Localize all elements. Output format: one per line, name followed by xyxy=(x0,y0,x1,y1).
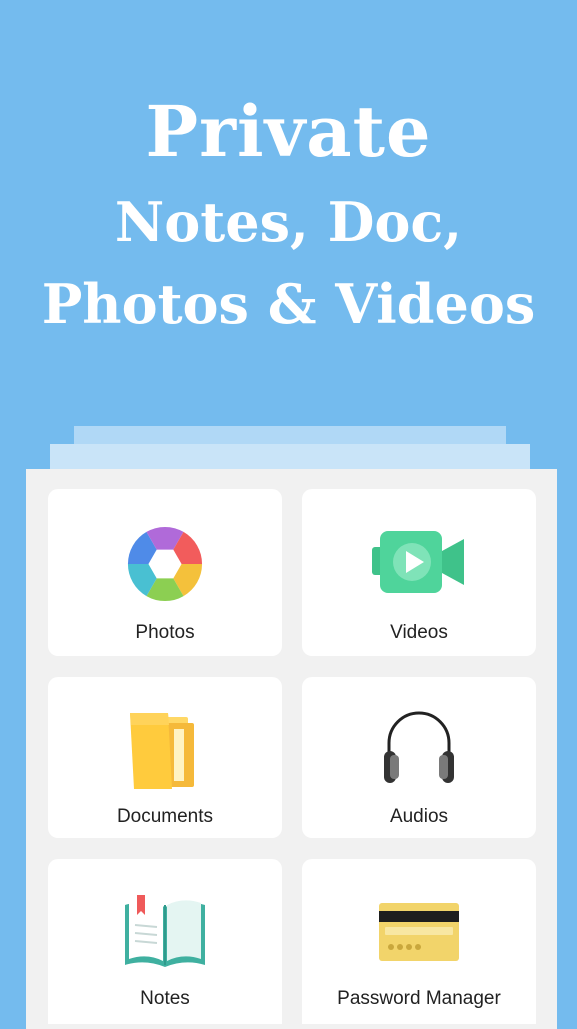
promo-header: Private Notes, Doc, Photos & Videos xyxy=(0,0,577,380)
videos-label: Videos xyxy=(390,622,448,643)
photos-label: Photos xyxy=(135,622,195,643)
documents-tile[interactable]: Documents xyxy=(48,677,282,838)
videos-tile[interactable]: Videos xyxy=(302,489,536,656)
headphones-icon xyxy=(384,711,454,783)
headline-notes-doc: Notes, Doc, xyxy=(114,190,463,254)
documents-label: Documents xyxy=(116,806,214,827)
notes-label: Notes xyxy=(140,988,190,1009)
photos-tile[interactable]: Photos xyxy=(48,489,282,656)
password-manager-tile[interactable]: Password Manager xyxy=(302,859,536,1024)
aperture-icon xyxy=(127,526,203,602)
headline-private: Private xyxy=(145,90,432,173)
notes-tile[interactable]: Notes xyxy=(48,859,282,1024)
credit-card-icon xyxy=(379,903,459,961)
headline-photos-videos: Photos & Videos xyxy=(41,272,536,336)
folder-icon xyxy=(130,713,194,789)
open-book-icon xyxy=(125,895,205,967)
password-manager-label: Password Manager xyxy=(337,988,501,1009)
audios-label: Audios xyxy=(389,806,449,827)
video-camera-icon xyxy=(372,531,464,593)
audios-tile[interactable]: Audios xyxy=(302,677,536,838)
